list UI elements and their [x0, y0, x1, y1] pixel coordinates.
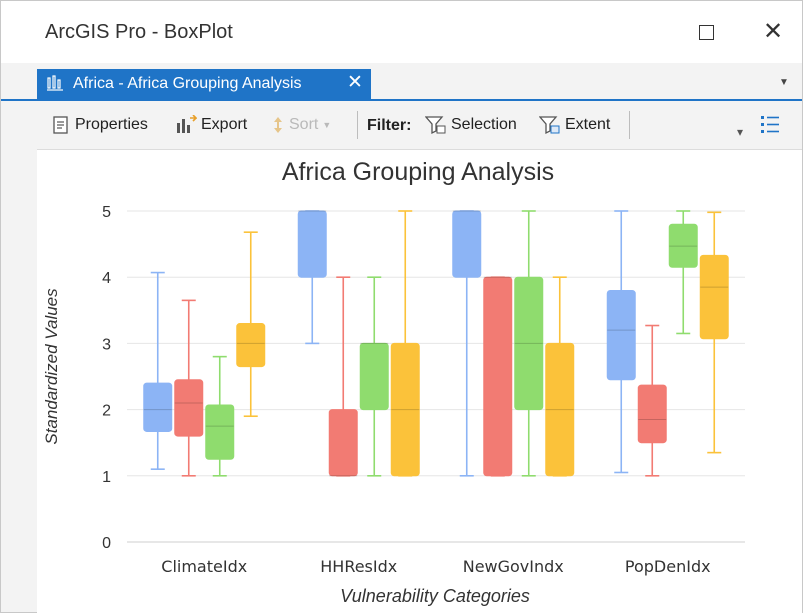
chart-toolbar: Properties Export Sort ▼ Filter: Selecti…: [37, 101, 802, 149]
y-tick-label: 4: [102, 270, 111, 287]
x-tick-label: PopDenIdx: [625, 557, 711, 576]
box: [143, 382, 173, 432]
export-button[interactable]: Export: [175, 113, 247, 137]
box: [297, 210, 327, 278]
export-icon: [177, 115, 197, 133]
properties-button[interactable]: Properties: [51, 113, 148, 137]
box: [483, 276, 513, 477]
chart-icon: [47, 75, 63, 91]
y-axis-label: Standardized Values: [42, 288, 61, 445]
y-tick-label: 5: [102, 204, 111, 221]
chart-title: Africa Grouping Analysis: [282, 158, 554, 186]
maximize-icon: [698, 25, 714, 40]
chart-area: Africa Grouping Analysis 0 1 2 3 4 5 Standardiz…: [37, 149, 802, 613]
sort-icon: [274, 117, 282, 133]
x-axis-label: Vulnerability Categories: [340, 586, 530, 606]
filter-selection-label: Selection: [451, 116, 517, 133]
x-tick-label: HHResIdx: [320, 557, 397, 576]
list-icon[interactable]: [759, 113, 781, 137]
box: [637, 384, 667, 444]
export-label: Export: [201, 116, 248, 133]
filter-label: Filter:: [367, 117, 412, 134]
tab-strip: Africa - Africa Grouping Analysis ✕ ▼: [1, 63, 802, 101]
boxplot-chart: Africa Grouping Analysis 0 1 2 3 4 5 Standardiz…: [42, 158, 745, 606]
properties-icon: [53, 116, 68, 134]
y-tick-label: 0: [102, 535, 111, 552]
box: [606, 289, 636, 381]
box: [205, 404, 235, 460]
toolbar-overflow-icon[interactable]: ▾: [737, 125, 743, 139]
sort-label: Sort: [289, 116, 319, 133]
properties-label: Properties: [75, 116, 148, 133]
close-window-button[interactable]: ✕: [758, 17, 788, 47]
y-tick-label: 3: [102, 336, 111, 353]
box: [236, 323, 266, 368]
y-tick-label: 1: [102, 469, 111, 486]
box: [699, 254, 729, 340]
filter-extent-label: Extent: [565, 116, 611, 133]
tab-label: Africa - Africa Grouping Analysis: [73, 75, 302, 92]
maximize-button[interactable]: [691, 17, 721, 47]
x-tick-label: NewGovIndx: [463, 557, 564, 576]
box: [452, 210, 482, 278]
filter-selection-icon: [425, 116, 446, 135]
toolbar-separator: [629, 111, 630, 139]
filter-selection-button[interactable]: Selection: [425, 113, 517, 137]
app-window: ArcGIS Pro - BoxPlot ✕ Africa - Africa G…: [0, 0, 803, 613]
box: [328, 409, 358, 477]
tab-overflow-icon[interactable]: ▼: [779, 77, 789, 88]
filter-extent-icon: [539, 116, 560, 135]
sort-dropdown-icon: ▼: [322, 120, 332, 130]
tab-africa-grouping-analysis[interactable]: Africa - Africa Grouping Analysis ✕: [37, 69, 371, 99]
filter-extent-button[interactable]: Extent: [539, 113, 610, 137]
box: [359, 342, 389, 411]
window-title: ArcGIS Pro - BoxPlot: [45, 21, 233, 43]
sort-button[interactable]: Sort ▼: [271, 113, 331, 137]
tab-close-button[interactable]: ✕: [347, 71, 363, 94]
y-tick-label: 2: [102, 403, 111, 420]
box: [174, 379, 204, 437]
x-tick-label: ClimateIdx: [161, 557, 247, 576]
toolbar-separator: [357, 111, 358, 139]
title-bar: ArcGIS Pro - BoxPlot ✕: [1, 1, 802, 63]
